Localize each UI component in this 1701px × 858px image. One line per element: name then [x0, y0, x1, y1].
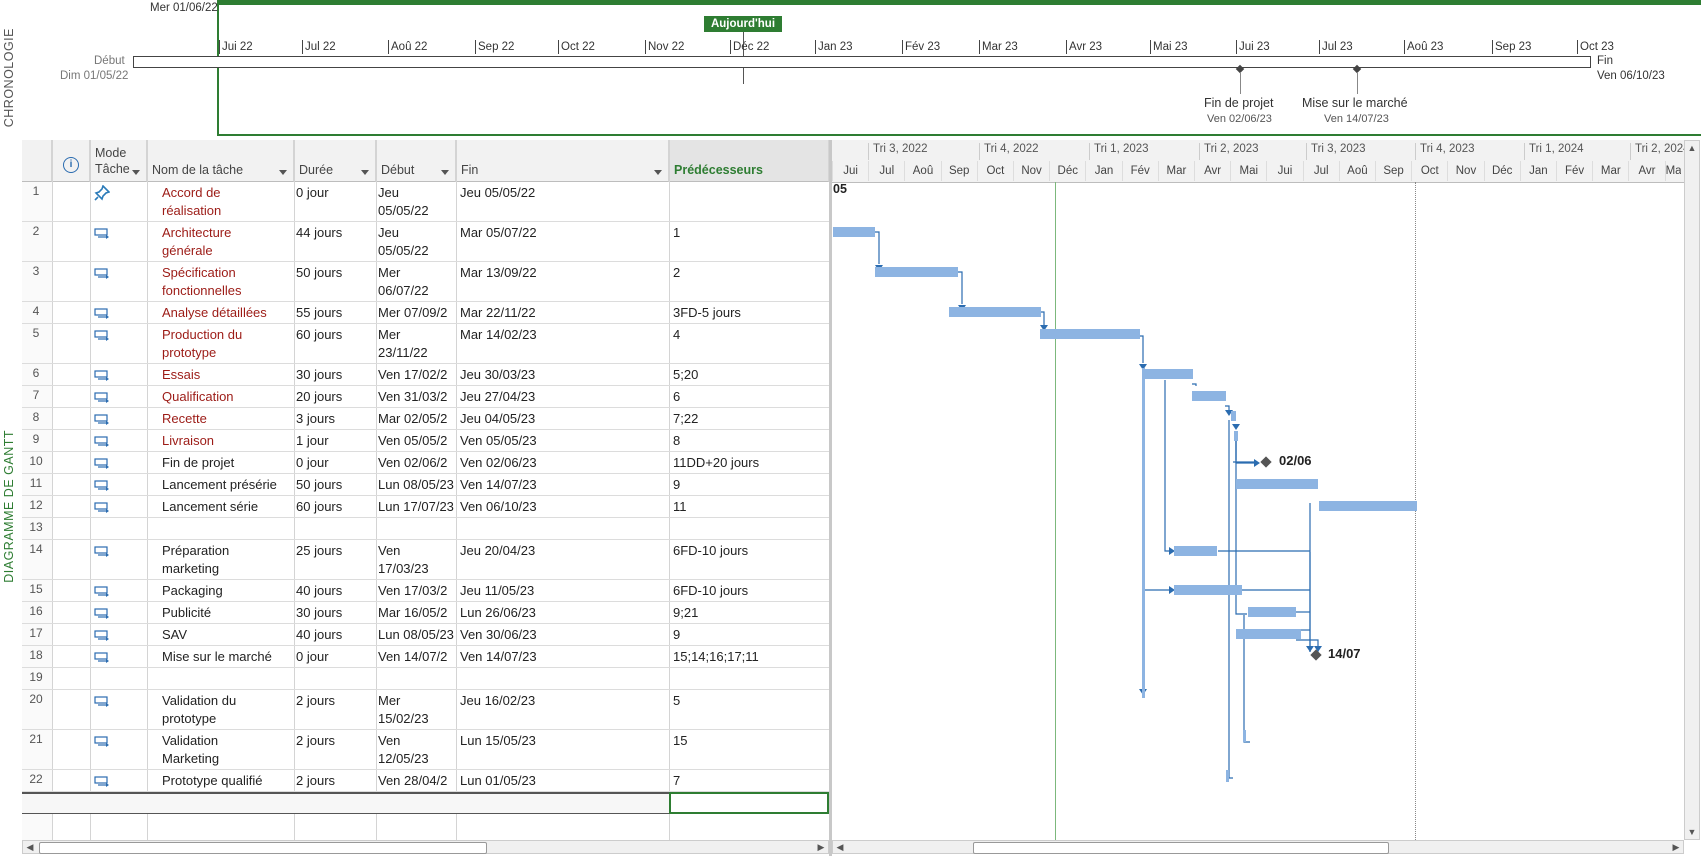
gantt-bar-qualification[interactable] [1192, 391, 1226, 401]
milestone-label: 14/07 [1328, 646, 1361, 661]
gantt-bar-essais[interactable] [1143, 369, 1193, 379]
scroll-up-icon[interactable]: ▲ [1686, 142, 1698, 154]
gantt-links [875, 231, 1324, 779]
scroll-left-icon[interactable]: ◀ [24, 841, 36, 853]
gantt-bar-analyse[interactable] [949, 307, 1041, 317]
gantt-bar-validation-mkt[interactable] [1243, 730, 1246, 742]
gantt-bar-proto-qualifie[interactable] [1226, 770, 1229, 782]
gantt-bar-validation-proto[interactable] [1142, 368, 1145, 698]
scroll-thumb[interactable] [39, 842, 487, 854]
gantt-bar-packaging[interactable] [1174, 585, 1242, 595]
gantt-bar-production[interactable] [1040, 329, 1140, 339]
gantt-horizontal-scrollbar[interactable]: ◀ ▶ [832, 840, 1684, 854]
scroll-left-icon[interactable]: ◀ [834, 841, 846, 853]
grid-horizontal-scrollbar[interactable]: ◀ ▶ [22, 840, 829, 854]
gantt-bar-recette[interactable] [1231, 411, 1236, 421]
gantt-bar-preserie[interactable] [1236, 479, 1318, 489]
gantt-bar-serie[interactable] [1319, 501, 1417, 511]
scroll-right-icon[interactable]: ▶ [1670, 841, 1682, 853]
gantt-bar-prep-marketing[interactable] [1174, 546, 1217, 556]
scroll-thumb[interactable] [973, 842, 1389, 854]
gantt-bar-livraison[interactable] [1234, 431, 1238, 441]
scroll-down-icon[interactable]: ▼ [1686, 826, 1698, 838]
scroll-right-icon[interactable]: ▶ [815, 841, 827, 853]
gantt-bar-specification[interactable] [875, 267, 958, 277]
gantt-bar-publicite[interactable] [1248, 607, 1296, 617]
milestone-label: 02/06 [1279, 453, 1312, 468]
gantt-bar-architecture[interactable] [833, 227, 875, 237]
gantt-bar-sav[interactable] [1236, 629, 1301, 639]
gantt-vertical-scrollbar[interactable]: ▲ ▼ [1684, 140, 1700, 840]
